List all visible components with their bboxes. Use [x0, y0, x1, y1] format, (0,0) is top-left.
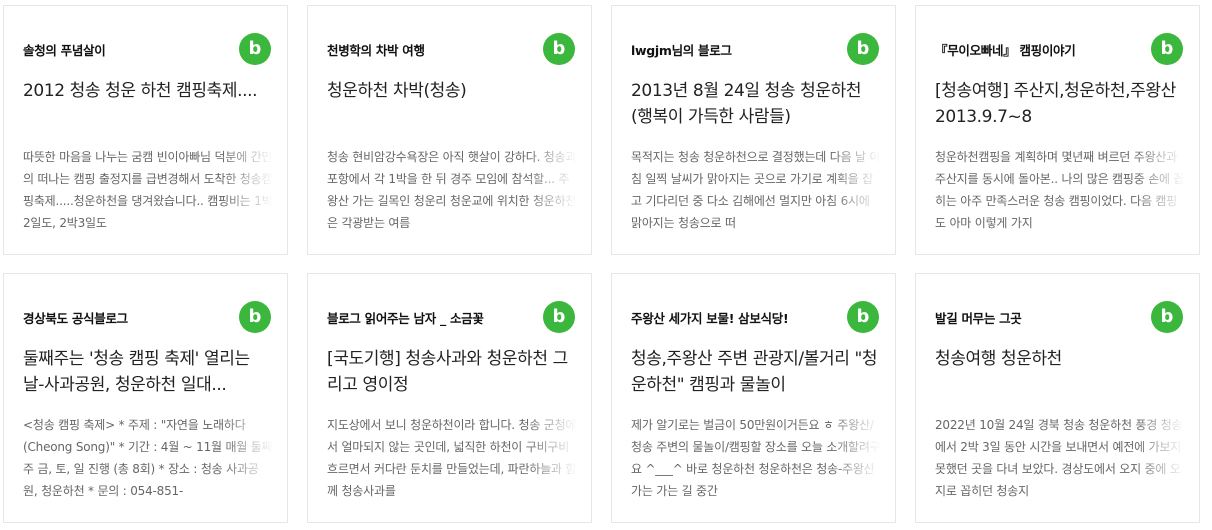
card-header: lwgjm님의 블로그 b: [631, 33, 879, 66]
blog-b-icon[interactable]: b: [239, 301, 271, 333]
blog-author[interactable]: lwgjm님의 블로그: [631, 40, 732, 59]
post-excerpt: 목적지는 청송 청운하천으로 결정했는데 다음 날 아침 일찍 날씨가 맑아지는…: [631, 150, 881, 230]
blog-author[interactable]: 솔청의 푸념살이: [23, 40, 106, 59]
card-header: 천병학의 차박 여행 b: [327, 33, 575, 66]
post-excerpt: 따뜻한 마음을 나누는 굼캠 빈이아빠님 덕분에 간만의 떠나는 캠핑 출정지를…: [23, 150, 273, 230]
blog-card-7[interactable]: 주왕산 세가지 보물! 삼보식당! b 청송,주왕산 주변 관광지/볼거리 "청…: [611, 273, 896, 523]
card-header: 『무이오빠네』 캠핑이야기 b: [935, 33, 1183, 66]
card-header: 경상북도 공식블로그 b: [23, 301, 271, 334]
blog-card-3[interactable]: lwgjm님의 블로그 b 2013년 8월 24일 청송 청운하천 (행복이 …: [611, 5, 896, 255]
post-excerpt: <청송 캠핑 축제> * 주제 : "자연을 노래하다(Cheong Song)…: [23, 418, 273, 498]
blog-b-icon[interactable]: b: [543, 301, 575, 333]
blog-author[interactable]: 천병학의 차박 여행: [327, 40, 425, 59]
blog-b-icon[interactable]: b: [847, 33, 879, 65]
blog-card-4[interactable]: 『무이오빠네』 캠핑이야기 b [청송여행] 주산지,청운하천,주왕산 2013…: [915, 5, 1200, 255]
blog-card-grid: 솔청의 푸념살이 b 2012 청송 청운 하천 캠핑축제.... 따뜻한 마음…: [3, 5, 1209, 525]
post-title[interactable]: [국도기행] 청송사과와 청운하천 그리고 영이정: [327, 346, 575, 398]
card-header: 블로그 읽어주는 남자 _ 소금꽃 b: [327, 301, 575, 334]
post-excerpt: 지도상에서 보니 청운하천이라 합니다. 청송 군청에서 얼마되지 않는 곳인데…: [327, 418, 577, 498]
post-excerpt: 제가 알기로는 벌금이 50만원이거든요 ㅎ 주왕산/청송 주변의 물놀이/캠핑…: [631, 418, 881, 498]
post-title[interactable]: 청송,주왕산 주변 관광지/볼거리 "청운하천" 캠핑과 물놀이: [631, 346, 879, 398]
post-title[interactable]: [청송여행] 주산지,청운하천,주왕산 2013.9.7~8: [935, 78, 1183, 130]
blog-b-icon[interactable]: b: [1151, 301, 1183, 333]
blog-card-6[interactable]: 블로그 읽어주는 남자 _ 소금꽃 b [국도기행] 청송사과와 청운하천 그리…: [307, 273, 592, 523]
blog-author[interactable]: 경상북도 공식블로그: [23, 308, 128, 327]
card-header: 발길 머무는 그곳 b: [935, 301, 1183, 334]
blog-author[interactable]: 발길 머무는 그곳: [935, 308, 1022, 327]
blog-b-icon[interactable]: b: [1151, 33, 1183, 65]
blog-author[interactable]: 주왕산 세가지 보물! 삼보식당!: [631, 308, 789, 327]
post-excerpt: 2022년 10월 24일 경북 청송 청운하천 풍경 청송에서 2박 3일 동…: [935, 418, 1183, 498]
blog-card-8[interactable]: 발길 머무는 그곳 b 청송여행 청운하천 2022년 10월 24일 경북 청…: [915, 273, 1200, 523]
card-header: 솔청의 푸념살이 b: [23, 33, 271, 66]
blog-b-icon[interactable]: b: [543, 33, 575, 65]
post-excerpt: 청운하천캠핑을 계획하며 몇년째 벼르던 주왕산과 주산지를 동시에 돌아본..…: [935, 150, 1185, 230]
blog-card-2[interactable]: 천병학의 차박 여행 b 청운하천 차박(청송) 청송 현비암강수욕장은 아직 …: [307, 5, 592, 255]
blog-author[interactable]: 블로그 읽어주는 남자 _ 소금꽃: [327, 308, 484, 327]
blog-author[interactable]: 『무이오빠네』 캠핑이야기: [935, 40, 1076, 59]
card-header: 주왕산 세가지 보물! 삼보식당! b: [631, 301, 879, 334]
post-title[interactable]: 청운하천 차박(청송): [327, 78, 575, 104]
post-title[interactable]: 2013년 8월 24일 청송 청운하천 (행복이 가득한 사람들): [631, 78, 879, 130]
blog-b-icon[interactable]: b: [239, 33, 271, 65]
post-title[interactable]: 청송여행 청운하천: [935, 346, 1183, 372]
post-title[interactable]: 둘째주는 '청송 캠핑 축제' 열리는 날-사과공원, 청운하천 일대...: [23, 346, 271, 398]
blog-card-1[interactable]: 솔청의 푸념살이 b 2012 청송 청운 하천 캠핑축제.... 따뜻한 마음…: [3, 5, 288, 255]
blog-card-5[interactable]: 경상북도 공식블로그 b 둘째주는 '청송 캠핑 축제' 열리는 날-사과공원,…: [3, 273, 288, 523]
post-title[interactable]: 2012 청송 청운 하천 캠핑축제....: [23, 78, 271, 104]
blog-b-icon[interactable]: b: [847, 301, 879, 333]
post-excerpt: 청송 현비암강수욕장은 아직 햇살이 강하다. 청송과 포항에서 각 1박을 한…: [327, 150, 577, 230]
